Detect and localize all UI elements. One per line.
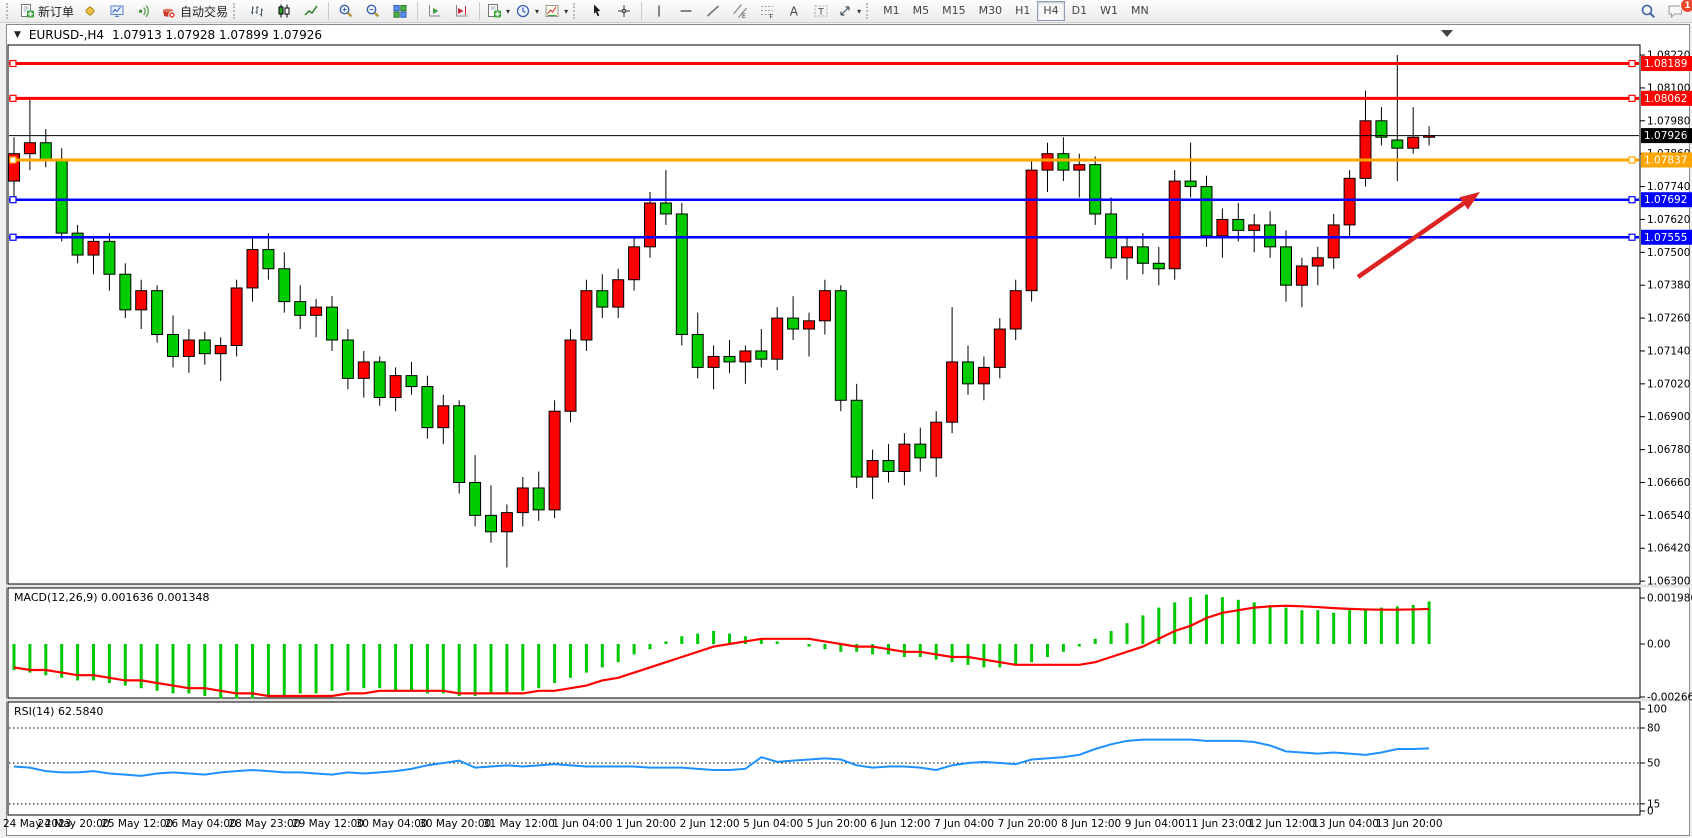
timeframe-m1-button[interactable]: M1 bbox=[877, 1, 906, 21]
template-icon bbox=[544, 3, 560, 19]
terminal-window-button[interactable] bbox=[104, 1, 130, 21]
monitor-chart-icon bbox=[109, 3, 125, 19]
zoom-in-icon bbox=[338, 3, 354, 19]
channel-icon: E bbox=[732, 3, 748, 19]
search-button[interactable] bbox=[1635, 1, 1661, 21]
timeframe-d1-button[interactable]: D1 bbox=[1066, 1, 1093, 21]
yellow-cube-icon bbox=[82, 3, 98, 19]
new-order-label: 新订单 bbox=[38, 3, 74, 20]
toolbar-grip bbox=[866, 3, 872, 19]
tile-windows-button[interactable] bbox=[387, 1, 413, 21]
zoom-in-button[interactable] bbox=[333, 1, 359, 21]
text-tool-button[interactable]: A bbox=[781, 1, 807, 21]
mt4-terminal: { "toolbar": { "new_order_label": "新订单",… bbox=[0, 0, 1692, 838]
autotrading-button[interactable]: 自动交易 bbox=[158, 1, 230, 21]
periods-button[interactable]: ▾ bbox=[513, 1, 541, 21]
market-watch-button[interactable] bbox=[77, 1, 103, 21]
chevron-down-icon: ▾ bbox=[564, 7, 568, 16]
arrows-icon bbox=[837, 3, 853, 19]
toolbar-separator bbox=[479, 2, 480, 20]
main-toolbar: 新订单 自动交易 ▾ ▾ bbox=[0, 0, 1692, 23]
chart-shift-button[interactable] bbox=[449, 1, 475, 21]
price-axis[interactable] bbox=[1641, 45, 1691, 815]
horizontal-line-icon bbox=[678, 3, 694, 19]
vertical-line-tool-button[interactable] bbox=[646, 1, 672, 21]
timeframe-m5-button[interactable]: M5 bbox=[907, 1, 936, 21]
line-chart-mode-button[interactable] bbox=[298, 1, 324, 21]
new-order-button[interactable]: 新订单 bbox=[17, 1, 76, 21]
chart-canvas[interactable]: 1.082201.081001.079801.078601.077401.076… bbox=[0, 0, 1692, 838]
toolbar-separator bbox=[641, 2, 642, 20]
line-chart-icon bbox=[303, 3, 319, 19]
timeframe-mn-button[interactable]: MN bbox=[1125, 1, 1155, 21]
new-chart-button[interactable]: ▾ bbox=[484, 1, 512, 21]
chevron-down-icon: ▾ bbox=[506, 7, 510, 16]
fibonacci-icon: F bbox=[759, 3, 775, 19]
chart-title-ohlc: 1.07913 1.07928 1.07899 1.07926 bbox=[112, 28, 322, 42]
horizontal-line-tool-button[interactable] bbox=[673, 1, 699, 21]
candlestick-icon bbox=[276, 3, 292, 19]
timeframe-h1-button[interactable]: H1 bbox=[1009, 1, 1036, 21]
signal-icon bbox=[136, 3, 152, 19]
vertical-line-icon bbox=[651, 3, 667, 19]
arrows-tool-button[interactable]: ▾ bbox=[835, 1, 863, 21]
svg-text:T: T bbox=[817, 8, 824, 18]
chat-button[interactable]: 1 bbox=[1662, 1, 1688, 21]
fibonacci-tool-button[interactable]: F bbox=[754, 1, 780, 21]
bar-chart-icon bbox=[249, 3, 265, 19]
time-axis[interactable] bbox=[8, 816, 1640, 834]
auto-scroll-icon bbox=[427, 3, 443, 19]
chart-menu-icon[interactable]: ▼ bbox=[14, 30, 21, 40]
equidistant-channel-tool-button[interactable]: E bbox=[727, 1, 753, 21]
autotrading-label: 自动交易 bbox=[180, 3, 228, 20]
chevron-down-icon: ▾ bbox=[857, 7, 861, 16]
new-order-icon bbox=[19, 3, 35, 19]
rsi-indicator-label: RSI(14) 62.5840 bbox=[14, 705, 103, 718]
text-label-tool-button[interactable]: T bbox=[808, 1, 834, 21]
trendline-icon bbox=[705, 3, 721, 19]
templates-button[interactable]: ▾ bbox=[542, 1, 570, 21]
new-chart-icon bbox=[486, 3, 502, 19]
chart-title-symbol: EURUSD-,H4 bbox=[29, 28, 104, 42]
zoom-out-icon bbox=[365, 3, 381, 19]
timeframe-m30-button[interactable]: M30 bbox=[973, 1, 1009, 21]
toolbar-separator bbox=[417, 2, 418, 20]
chart-shift-icon bbox=[454, 3, 470, 19]
candlestick-mode-button[interactable] bbox=[271, 1, 297, 21]
search-icon bbox=[1640, 3, 1657, 20]
svg-text:E: E bbox=[742, 13, 746, 19]
cursor-icon bbox=[589, 3, 605, 19]
svg-text:A: A bbox=[790, 5, 799, 19]
macd-indicator-label: MACD(12,26,9) 0.001636 0.001348 bbox=[14, 591, 210, 604]
toolbar-grip bbox=[6, 3, 12, 19]
chart-title-bar[interactable]: ▼ EURUSD-,H4 1.07913 1.07928 1.07899 1.0… bbox=[14, 28, 322, 42]
timeframe-w1-button[interactable]: W1 bbox=[1094, 1, 1124, 21]
bar-chart-mode-button[interactable] bbox=[244, 1, 270, 21]
text-icon: A bbox=[786, 3, 802, 19]
svg-text:F: F bbox=[770, 14, 774, 20]
crosshair-tool-button[interactable] bbox=[611, 1, 637, 21]
trendline-tool-button[interactable] bbox=[700, 1, 726, 21]
timeframe-m15-button[interactable]: M15 bbox=[936, 1, 972, 21]
signals-button[interactable] bbox=[131, 1, 157, 21]
clock-icon bbox=[515, 3, 531, 19]
text-label-icon: T bbox=[813, 3, 829, 19]
zoom-out-button[interactable] bbox=[360, 1, 386, 21]
toolbar-grip bbox=[233, 3, 239, 19]
toolbar-grip bbox=[573, 3, 579, 19]
crosshair-icon bbox=[616, 3, 632, 19]
cursor-tool-button[interactable] bbox=[584, 1, 610, 21]
auto-scroll-button[interactable] bbox=[422, 1, 448, 21]
autotrading-icon bbox=[160, 3, 177, 19]
chevron-down-icon: ▾ bbox=[535, 7, 539, 16]
timeframe-h4-button[interactable]: H4 bbox=[1037, 1, 1064, 21]
chat-notification-badge: 1 bbox=[1680, 0, 1692, 13]
toolbar-separator bbox=[328, 2, 329, 20]
tile-windows-icon bbox=[392, 3, 408, 19]
